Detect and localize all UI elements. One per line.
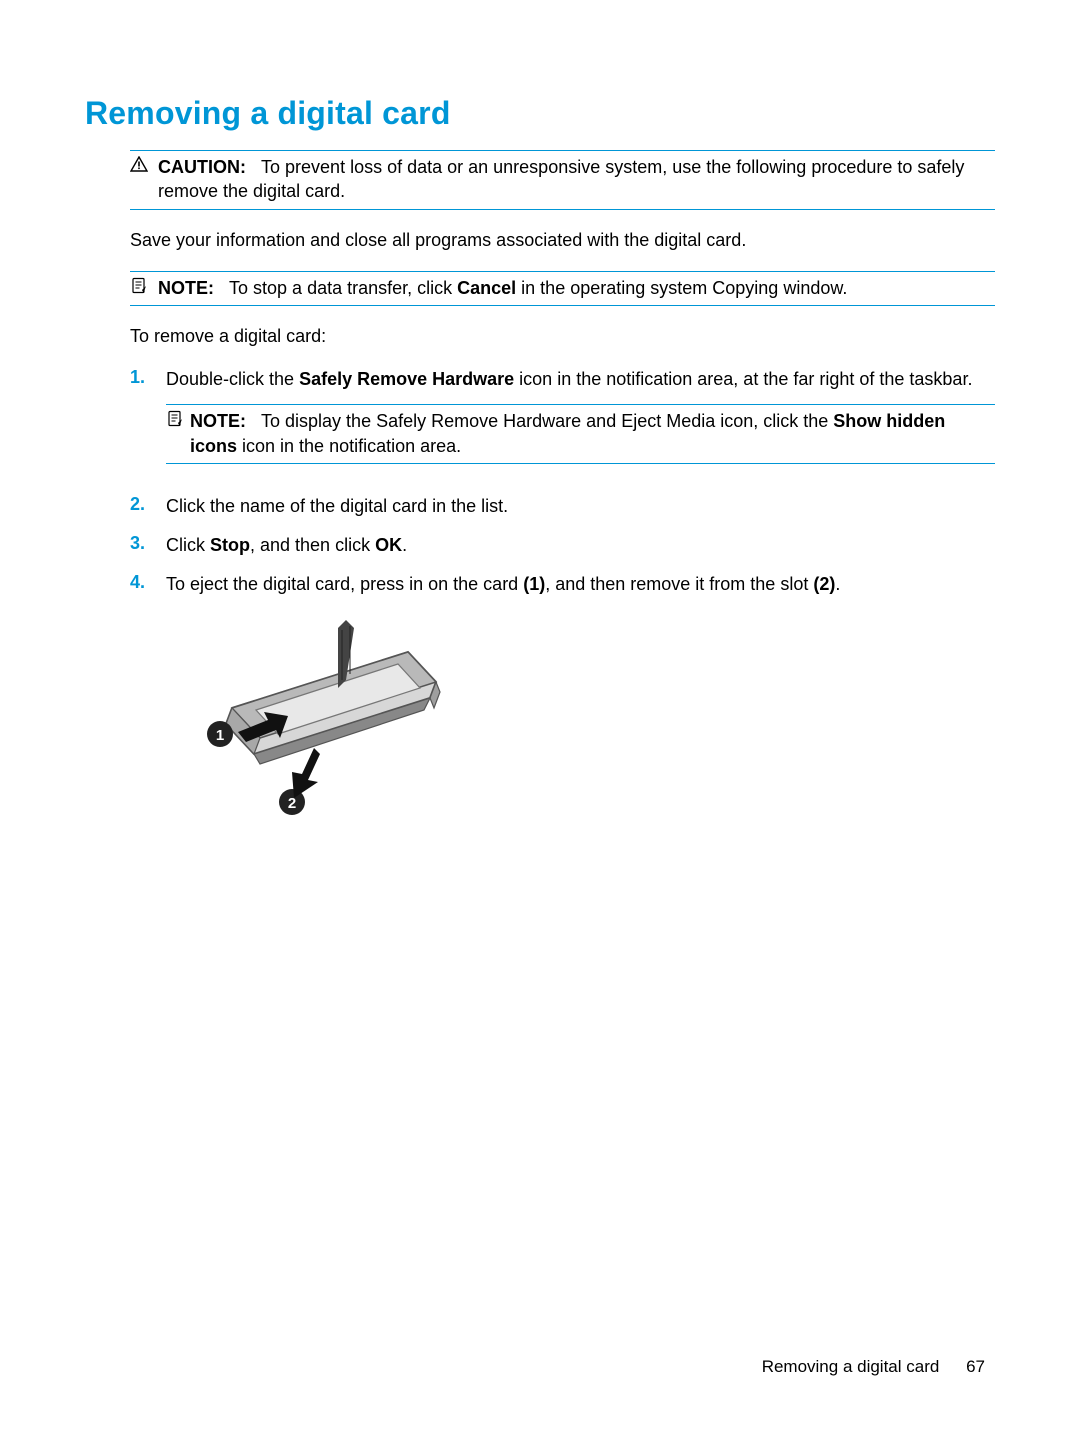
step-text: . bbox=[835, 574, 840, 594]
digital-card-illustration: 1 2 bbox=[184, 612, 995, 839]
step-bold: Stop bbox=[210, 535, 250, 555]
steps-list: 1. Double-click the Safely Remove Hardwa… bbox=[130, 367, 995, 839]
step-text: To eject the digital card, press in on t… bbox=[166, 574, 523, 594]
step-bold: OK bbox=[375, 535, 402, 555]
caution-label: CAUTION: bbox=[158, 157, 246, 177]
step-bold: (2) bbox=[813, 574, 835, 594]
step-number: 2. bbox=[130, 494, 166, 515]
page-footer: Removing a digital card 67 bbox=[0, 1357, 1080, 1377]
note-text-post: icon in the notification area. bbox=[237, 436, 461, 456]
step-number: 4. bbox=[130, 572, 166, 593]
note-icon bbox=[130, 276, 158, 295]
step-text: icon in the notification area, at the fa… bbox=[514, 369, 972, 389]
note-text-post: in the operating system Copying window. bbox=[516, 278, 847, 298]
list-item: 4. To eject the digital card, press in o… bbox=[130, 572, 995, 838]
note-text-bold: Cancel bbox=[457, 278, 516, 298]
svg-text:1: 1 bbox=[216, 727, 224, 744]
step-bold: (1) bbox=[523, 574, 545, 594]
lead-in-text: To remove a digital card: bbox=[130, 324, 995, 349]
step-text: Click the name of the digital card in th… bbox=[166, 494, 995, 519]
list-item: 3. Click Stop, and then click OK. bbox=[130, 533, 995, 558]
note-label: NOTE: bbox=[190, 411, 246, 431]
step-text: Double-click the bbox=[166, 369, 299, 389]
step-bold: Safely Remove Hardware bbox=[299, 369, 514, 389]
step-number: 3. bbox=[130, 533, 166, 554]
step-text: , and then remove it from the slot bbox=[545, 574, 813, 594]
note-label: NOTE: bbox=[158, 278, 214, 298]
footer-section-title: Removing a digital card bbox=[762, 1357, 940, 1376]
page: Removing a digital card CAUTION: To prev… bbox=[0, 0, 1080, 1437]
step-text: , and then click bbox=[250, 535, 375, 555]
note-callout: NOTE: To stop a data transfer, click Can… bbox=[130, 271, 995, 306]
step-number: 1. bbox=[130, 367, 166, 388]
page-title: Removing a digital card bbox=[85, 95, 995, 132]
list-item: 2. Click the name of the digital card in… bbox=[130, 494, 995, 519]
intro-paragraph: Save your information and close all prog… bbox=[130, 228, 995, 253]
list-item: 1. Double-click the Safely Remove Hardwa… bbox=[130, 367, 995, 480]
step-text: . bbox=[402, 535, 407, 555]
nested-note-callout: NOTE: To display the Safely Remove Hardw… bbox=[166, 404, 995, 464]
note-text-pre: To stop a data transfer, click bbox=[229, 278, 457, 298]
caution-icon bbox=[130, 155, 158, 172]
step-text: Click bbox=[166, 535, 210, 555]
caution-callout: CAUTION: To prevent loss of data or an u… bbox=[130, 150, 995, 210]
svg-text:2: 2 bbox=[288, 795, 296, 812]
footer-page-number: 67 bbox=[966, 1357, 985, 1376]
caution-text: To prevent loss of data or an unresponsi… bbox=[158, 157, 964, 201]
note-text-pre: To display the Safely Remove Hardware an… bbox=[261, 411, 833, 431]
note-icon bbox=[166, 409, 190, 428]
